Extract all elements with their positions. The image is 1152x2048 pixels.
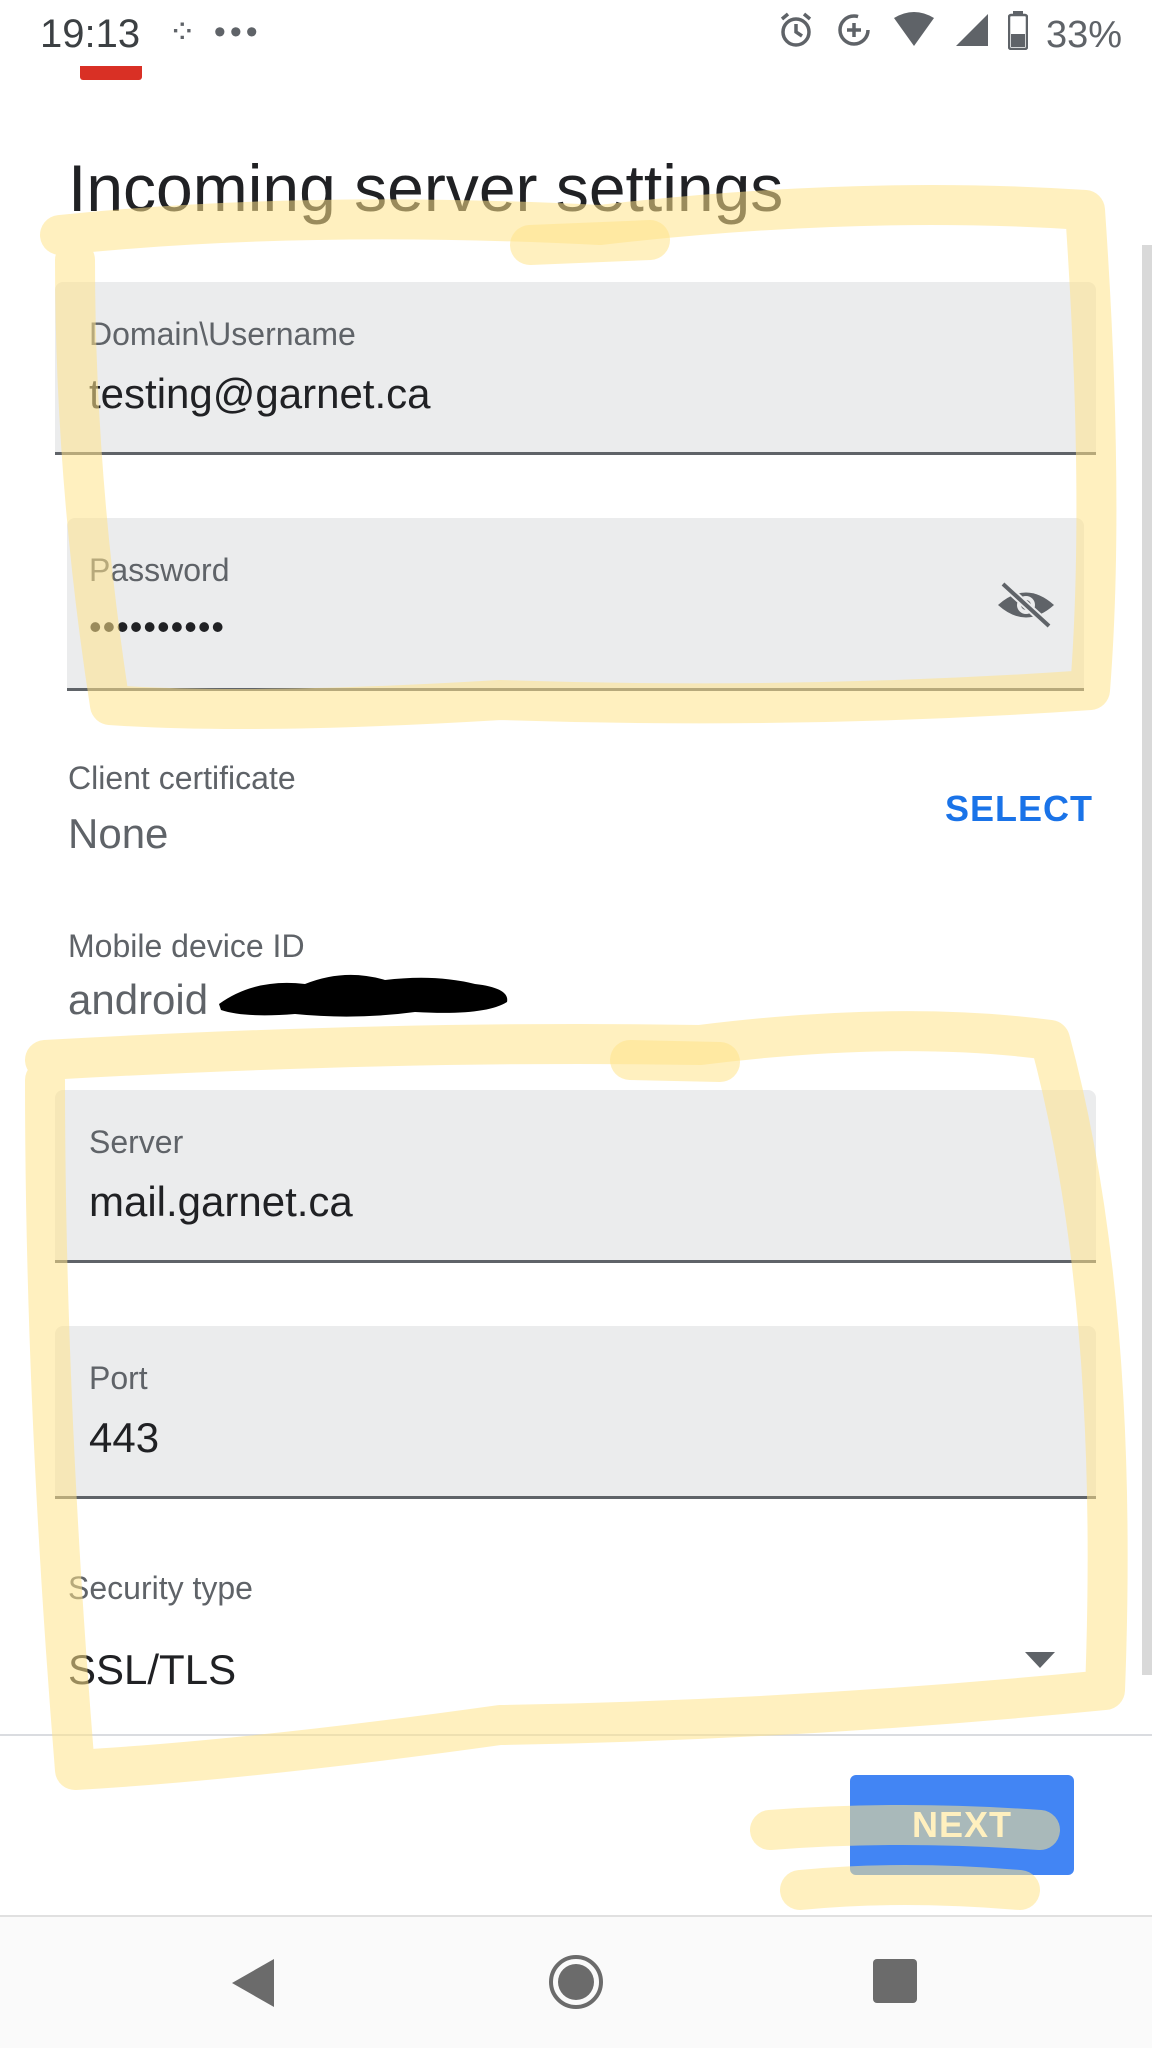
select-certificate-button[interactable]: SELECT: [945, 788, 1093, 830]
home-icon[interactable]: [548, 1954, 604, 2015]
password-label: Password: [89, 552, 230, 588]
status-time: 19:13: [40, 12, 141, 56]
username-input[interactable]: testing@garnet.ca: [89, 370, 431, 418]
server-input[interactable]: mail.garnet.ca: [89, 1178, 353, 1226]
dropdown-arrow-icon: [1025, 1652, 1055, 1673]
mobile-device-id-value: android: [68, 976, 209, 1023]
notification-icons: ⁘ •••: [168, 13, 262, 51]
security-type-value: SSL/TLS: [68, 1646, 237, 1693]
port-label: Port: [89, 1360, 148, 1396]
bottom-divider: [0, 1734, 1152, 1736]
port-field[interactable]: Port 443: [55, 1326, 1096, 1499]
port-input[interactable]: 443: [89, 1414, 159, 1462]
visibility-off-icon[interactable]: [995, 580, 1057, 630]
navigation-bar: [0, 1917, 1152, 2048]
redaction-scribble: [215, 968, 515, 1022]
client-certificate-label: Client certificate: [68, 760, 296, 796]
security-type-dropdown[interactable]: SSL/TLS: [55, 1630, 1096, 1710]
recents-icon[interactable]: [873, 1959, 917, 2008]
username-label: Domain\Username: [89, 316, 356, 352]
status-icons: 33%: [776, 10, 1122, 60]
username-field[interactable]: Domain\Username testing@garnet.ca: [55, 282, 1096, 455]
client-certificate-value: None: [68, 810, 169, 857]
status-bar: 19:13 ⁘ ••• 33%: [0, 0, 1152, 70]
page-title: Incoming server settings: [68, 151, 784, 225]
signal-icon: [954, 12, 990, 58]
alarm-icon: [776, 10, 816, 60]
data-saver-icon: [834, 10, 874, 60]
back-icon[interactable]: [228, 1957, 278, 2014]
next-button[interactable]: NEXT: [850, 1775, 1074, 1875]
battery-percent: 33%: [1045, 13, 1122, 56]
scrollbar[interactable]: [1142, 245, 1152, 1675]
password-field[interactable]: Password ••••••••••: [67, 518, 1084, 691]
security-type-label: Security type: [68, 1570, 253, 1606]
app-icon-fragment: [80, 66, 142, 80]
server-label: Server: [89, 1124, 184, 1160]
password-input[interactable]: ••••••••••: [89, 606, 225, 648]
wifi-icon: [892, 12, 936, 58]
battery-icon: [1007, 10, 1029, 60]
mobile-device-id-label: Mobile device ID: [68, 928, 305, 964]
server-field[interactable]: Server mail.garnet.ca: [55, 1090, 1096, 1263]
